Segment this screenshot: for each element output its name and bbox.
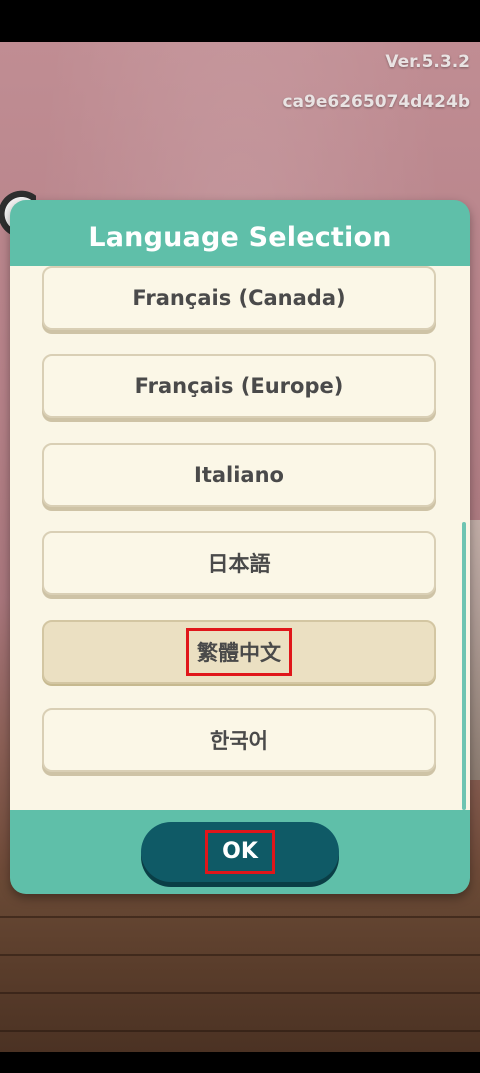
list-scrollbar[interactable] [462,522,466,810]
ok-button[interactable]: OK [141,822,339,882]
status-bar [0,0,480,42]
navigation-bar [0,1052,480,1073]
wooden-floor [0,880,480,1052]
app-screen: Ver.5.3.2 ca9e6265074d424b Language Sele… [0,0,480,1073]
build-hash-label: ca9e6265074d424b [282,92,470,112]
language-option-italiano[interactable]: Italiano [42,443,436,507]
language-option-label: 日本語 [207,552,271,576]
language-option-label: Italiano [194,463,284,487]
language-option-label: 繁體中文 [186,628,292,676]
language-option-francais-canada[interactable]: Français (Canada) [42,266,436,330]
language-option-korean[interactable]: 한국어 [42,708,436,772]
language-option-japanese[interactable]: 日本語 [42,531,436,595]
dialog-title: Language Selection [88,222,392,253]
language-list[interactable]: Français (Canada) Français (Europe) Ital… [10,266,470,810]
version-label: Ver.5.3.2 [385,52,470,72]
language-option-label: 한국어 [210,729,268,753]
language-option-label: Français (Canada) [132,286,346,310]
language-option-label: Français (Europe) [134,374,344,398]
ok-button-label: OK [205,830,275,874]
language-option-traditional-chinese[interactable]: 繁體中文 [42,620,436,684]
language-option-francais-europe[interactable]: Français (Europe) [42,354,436,418]
language-selection-dialog: Language Selection Français (Canada) Fra… [10,200,470,894]
